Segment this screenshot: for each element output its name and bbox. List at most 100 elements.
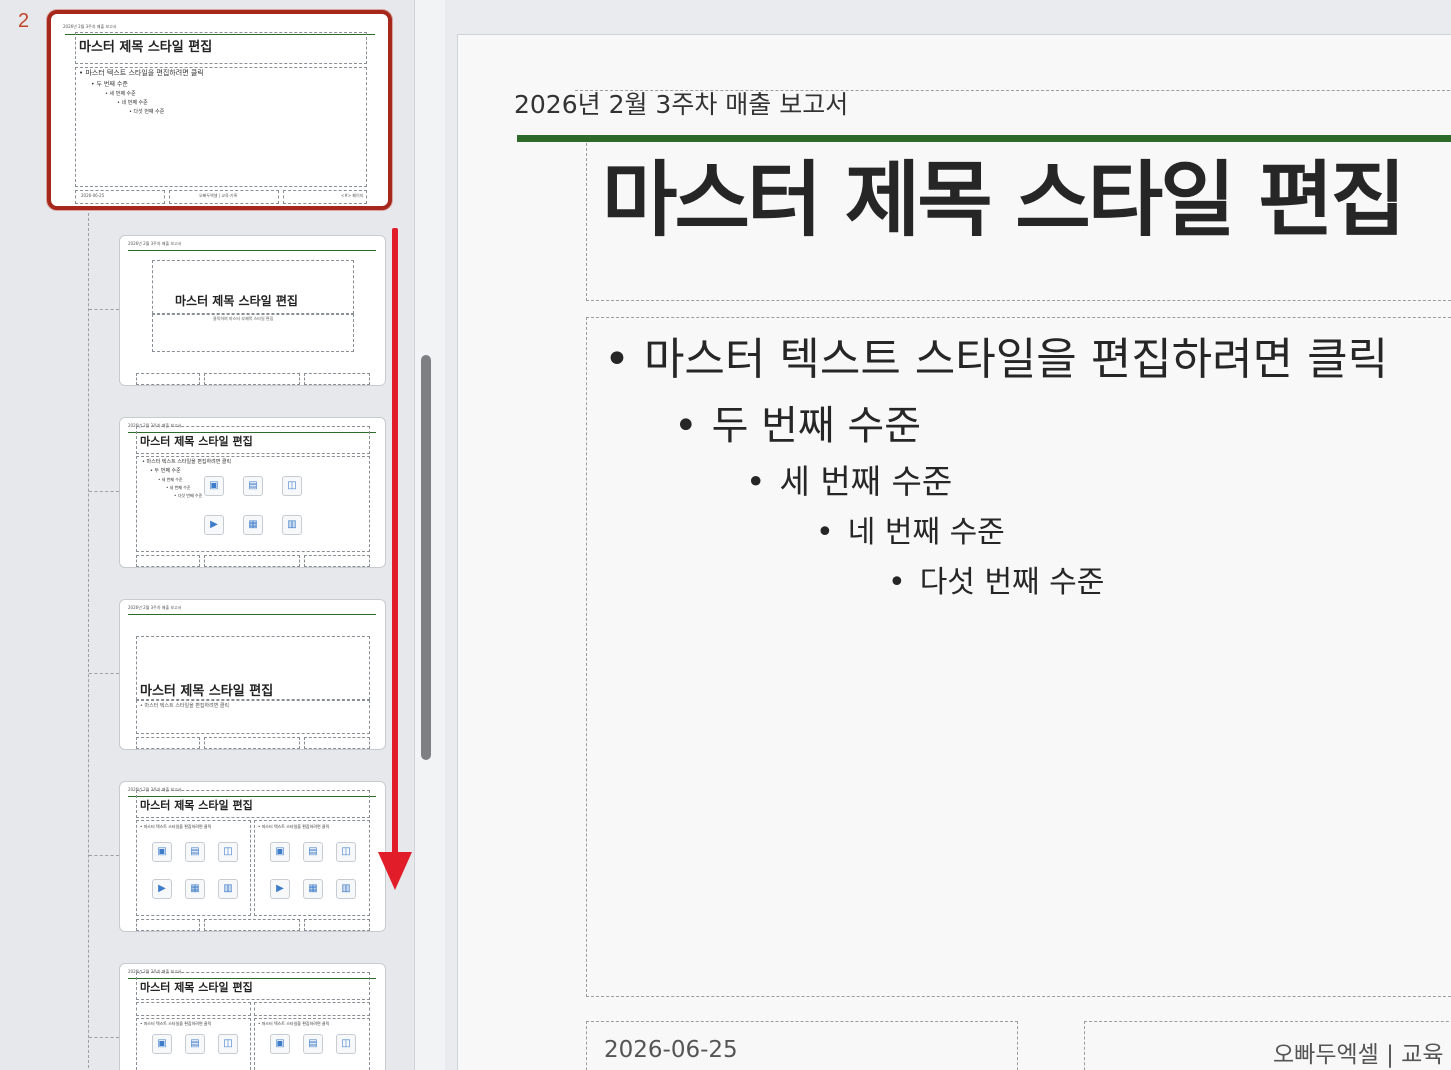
thumb-green-rule [128,614,376,615]
insert-picture-icon: ▣ [270,842,290,862]
insert-online-picture-icon: ◫ [336,1034,356,1054]
body-level-3: • 세 번째 수준 [746,455,952,503]
thumb-subtitle: 클릭하여 마스터 부제목 스타일 편집 [213,316,274,321]
thumb-left-body-placeholder [136,820,251,916]
thumb-title: 마스터 제목 스타일 편집 [79,40,213,55]
thumb-page-placeholder [304,919,370,931]
thumb-green-rule [128,250,376,251]
thumb-title: 마스터 제목 스타일 편집 [140,981,253,994]
thumb-header: 2026년 2월 3주차 매출 보고서 [128,605,182,610]
thumb-body-l1: • 마스터 텍스트 스타일을 편집하려면 클릭 [140,824,212,829]
insert-table-icon: ▦ [303,879,323,899]
layout-tree-branch [89,309,119,310]
thumb-page-placeholder [304,555,370,567]
body-level-1: • 마스터 텍스트 스타일을 편집하려면 클릭 [604,323,1388,387]
master-title-text[interactable]: 마스터 제목 스타일 편집 [602,133,1406,252]
thumb-footer-placeholder [204,737,300,749]
slide-number: 2 [18,10,30,32]
thumb-footer-placeholder [204,373,300,385]
insert-video-icon: ▶ [270,879,290,899]
bullet-icon: • [888,565,906,600]
thumb-date-placeholder [136,373,200,385]
bullet-icon: • [816,515,834,550]
thumb-body-l1: • 마스터 텍스트 스타일을 편집하려면 클릭 [142,459,232,465]
thumb-footer-page: <#> 페이지 [341,193,364,198]
insert-picture-icon: ▣ [152,842,172,862]
thumb-header: 2026년 2월 3주차 매출 보고서 [128,241,182,246]
insert-video-icon: ▶ [152,879,172,899]
thumbnail-scrollbar-thumb[interactable] [421,355,431,760]
scroll-arrow-head [378,852,412,890]
thumb-title: 마스터 제목 스타일 편집 [175,294,298,308]
insert-smartart-icon: ▤ [303,842,323,862]
insert-table-icon: ▦ [185,879,205,899]
insert-picture-icon: ▣ [204,476,224,496]
insert-online-picture-icon: ◫ [218,842,238,862]
thumb-body-l5: • 다섯 번째 수준 [129,109,165,115]
layout-thumbnail-title-content[interactable]: 2026년 2월 3주차 매출 보고서 마스터 제목 스타일 편집 • 마스터 … [119,417,386,568]
thumb-date-placeholder [136,737,200,749]
thumb-right-heading-placeholder [254,1002,370,1016]
thumb-body-l4: • 네 번째 수준 [117,100,148,106]
insert-smartart-icon: ▤ [185,1034,205,1054]
body-level-4: • 네 번째 수준 [816,507,1005,551]
slide-master-thumbnail[interactable]: 2026년 2월 3주차 매출 보고서 마스터 제목 스타일 편집 • 마스터 … [47,10,392,210]
layout-thumbnail-section-header[interactable]: 2026년 2월 3주차 매출 보고서 마스터 제목 스타일 편집 • 마스터 … [119,599,386,750]
body-level-4-text: 네 번째 수준 [847,515,1005,550]
insert-table-icon: ▦ [243,515,263,535]
thumb-footer-text: 오빠두엑셀 | 교육·기록 [199,193,238,198]
footer-text: 오빠두엑셀 | 교육 [1273,1042,1444,1068]
insert-video-icon: ▶ [204,515,224,535]
thumb-header: 2026년 2월 3주차 매출 보고서 [63,24,117,29]
bullet-icon: • [604,334,630,385]
thumb-footer-date: 2026-06-25 [81,193,105,198]
insert-chart-icon: ▥ [218,879,238,899]
thumb-body-l1: • 마스터 텍스트 스타일을 편집하려면 클릭 [79,69,204,77]
insert-online-picture-icon: ◫ [336,842,356,862]
insert-online-picture-icon: ◫ [282,476,302,496]
layout-thumbnail-title-slide[interactable]: 2026년 2월 3주차 매출 보고서 마스터 제목 스타일 편집 클릭하여 마… [119,235,386,386]
layout-tree-branch [89,1037,119,1038]
thumb-body-l1: • 마스터 텍스트 스타일을 편집하려면 클릭 [140,1021,212,1026]
thumb-footer-placeholder [204,555,300,567]
thumb-date-placeholder [136,919,200,931]
thumb-title: 마스터 제목 스타일 편집 [140,435,253,448]
body-level-2: • 두 번째 수준 [674,393,921,451]
thumb-title: 마스터 제목 스타일 편집 [140,684,274,699]
scroll-arrow-annotation [392,228,398,868]
insert-smartart-icon: ▤ [243,476,263,496]
bullet-icon: • [674,403,698,449]
insert-smartart-icon: ▤ [185,842,205,862]
body-level-5-text: 다섯 번째 수준 [919,565,1105,600]
thumb-page-placeholder [304,373,370,385]
thumb-body-l1: • 마스터 텍스트 스타일을 편집하려면 클릭 [140,703,230,709]
body-level-5: • 다섯 번째 수준 [888,557,1104,601]
insert-chart-icon: ▥ [336,879,356,899]
insert-picture-icon: ▣ [152,1034,172,1054]
insert-chart-icon: ▥ [282,515,302,535]
thumb-body-l5: • 다섯 번째 수준 [174,493,203,498]
layout-thumbnail-comparison[interactable]: 2026년 2월 3주차 매출 보고서 마스터 제목 스타일 편집 • 마스터 … [119,963,386,1070]
bullet-icon: • [746,462,766,501]
thumb-body-l1: • 마스터 텍스트 스타일을 편집하려면 클릭 [258,1021,330,1026]
thumb-body-l1: • 마스터 텍스트 스타일을 편집하려면 클릭 [258,824,330,829]
layout-tree-branch [89,855,119,856]
slide-editor-pane[interactable]: 2026년 2월 3주차 매출 보고서 마스터 제목 스타일 편집 • 마스터 텍… [445,0,1451,1070]
footer-date-text: 2026-06-25 [604,1037,738,1063]
body-level-3-text: 세 번째 수준 [779,462,953,501]
thumb-page-placeholder [304,737,370,749]
insert-smartart-icon: ▤ [303,1034,323,1054]
layout-thumbnail-two-content[interactable]: 2026년 2월 3주차 매출 보고서 마스터 제목 스타일 편집 • 마스터 … [119,781,386,932]
thumb-title: 마스터 제목 스타일 편집 [140,799,253,812]
layout-tree-branch [89,673,119,674]
slide-thumbnail-pane[interactable]: 2 2026년 2월 3주차 매출 보고서 마스터 제목 스타일 편집 • 마스… [0,0,414,1070]
body-level-1-text: 마스터 텍스트 스타일을 편집하려면 클릭 [643,334,1389,385]
thumb-body-l2: • 두 번째 수준 [91,81,128,88]
thumb-right-body-placeholder [254,820,370,916]
thumb-footer-placeholder [204,919,300,931]
thumb-left-heading-placeholder [136,1002,251,1016]
body-level-2-text: 두 번째 수준 [711,403,922,449]
slide-master-canvas[interactable]: 2026년 2월 3주차 매출 보고서 마스터 제목 스타일 편집 • 마스터 텍… [457,34,1451,1070]
insert-online-picture-icon: ◫ [218,1034,238,1054]
thumb-date-placeholder [136,555,200,567]
